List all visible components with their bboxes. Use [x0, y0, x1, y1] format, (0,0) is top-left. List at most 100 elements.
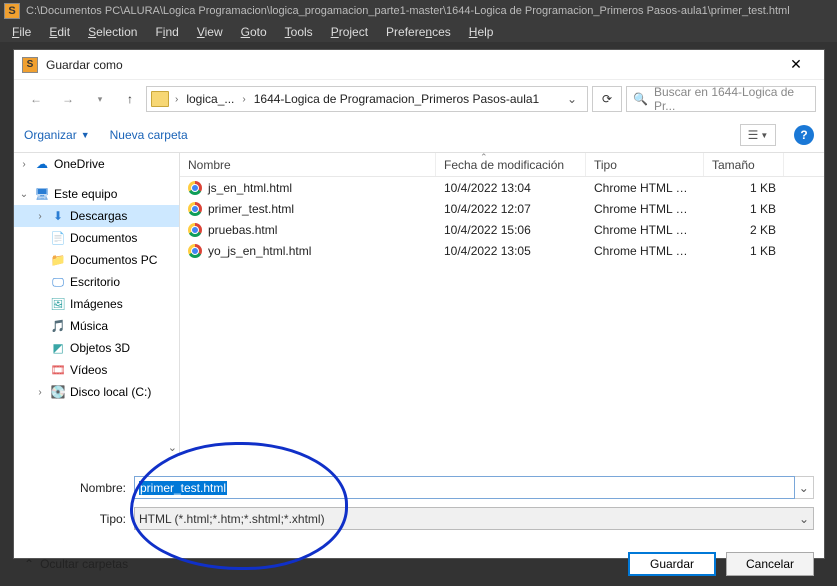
menu-project[interactable]: Project: [323, 23, 376, 41]
file-name: yo_js_en_html.html: [208, 244, 311, 258]
dialog-app-icon: S: [22, 57, 38, 73]
dialog-titlebar: S Guardar como ✕: [14, 50, 824, 80]
menu-selection[interactable]: Selection: [80, 23, 145, 41]
breadcrumb-part2[interactable]: 1644-Logica de Programacion_Primeros Pas…: [252, 92, 542, 106]
dialog-title: Guardar como: [46, 58, 776, 72]
filetype-row: Tipo: HTML (*.html;*.htm;*.shtml;*.xhtml…: [24, 507, 814, 530]
sort-indicator-icon: ⌃: [480, 152, 488, 163]
filetype-select[interactable]: HTML (*.html;*.htm;*.shtml;*.xhtml) ⌄: [134, 507, 814, 530]
new-folder-button[interactable]: Nueva carpeta: [110, 128, 188, 142]
folder-icon: 📁: [50, 253, 66, 267]
nav-recent-dropdown[interactable]: ▾: [86, 87, 114, 111]
downloads-icon: ⬇: [50, 209, 66, 223]
menu-file[interactable]: File: [4, 23, 39, 41]
save-button[interactable]: Guardar: [628, 552, 716, 576]
nav-forward-button[interactable]: →: [54, 87, 82, 111]
tree-videos[interactable]: 🎞 Vídeos: [14, 359, 179, 381]
tree-local-disk[interactable]: › 💽 Disco local (C:): [14, 381, 179, 403]
music-icon: 🎵: [50, 319, 66, 333]
chevron-down-icon: ⌄: [799, 512, 809, 526]
expand-icon[interactable]: ›: [18, 159, 30, 170]
objects-3d-icon: ◩: [50, 341, 66, 355]
file-size: 1 KB: [704, 181, 784, 195]
nav-up-button[interactable]: ↑: [118, 87, 142, 111]
file-size: 2 KB: [704, 223, 784, 237]
menu-preferences[interactable]: Preferences: [378, 23, 459, 41]
filename-dropdown-button[interactable]: ⌄: [795, 476, 814, 499]
save-as-dialog: S Guardar como ✕ ← → ▾ ↑ › logica_... › …: [13, 49, 825, 559]
tree-music[interactable]: 🎵 Música: [14, 315, 179, 337]
tree-desktop[interactable]: 🖵 Escritorio: [14, 271, 179, 293]
tree-onedrive[interactable]: › ☁ OneDrive: [14, 153, 179, 175]
menu-help[interactable]: Help: [461, 23, 502, 41]
view-options-button[interactable]: ☰ ▼: [740, 124, 776, 146]
file-date: 10/4/2022 13:04: [436, 181, 586, 195]
pc-icon: 🖥: [34, 187, 50, 201]
file-list: ⌃ Nombre Fecha de modificación Tipo Tama…: [180, 153, 824, 456]
nav-back-button[interactable]: ←: [22, 87, 50, 111]
app-titlebar: S C:\Documentos PC\ALURA\Logica Programa…: [0, 0, 837, 22]
chrome-icon: [188, 181, 202, 195]
file-date: 10/4/2022 13:05: [436, 244, 586, 258]
menu-edit[interactable]: Edit: [41, 23, 78, 41]
chevron-up-icon: ⌃: [24, 557, 34, 571]
tree-3d-objects[interactable]: ◩ Objetos 3D: [14, 337, 179, 359]
nav-row: ← → ▾ ↑ › logica_... › 1644-Logica de Pr…: [14, 80, 824, 118]
tree-downloads[interactable]: › ⬇ Descargas: [14, 205, 179, 227]
tree-collapse-button[interactable]: ⌄: [168, 441, 177, 454]
refresh-button[interactable]: ⟳: [592, 86, 622, 112]
address-bar[interactable]: › logica_... › 1644-Logica de Programaci…: [146, 86, 588, 112]
file-row[interactable]: yo_js_en_html.html 10/4/2022 13:05Chrome …: [180, 240, 824, 261]
breadcrumb-chevron-icon[interactable]: ›: [242, 94, 245, 105]
chrome-icon: [188, 244, 202, 258]
menu-view[interactable]: View: [189, 23, 231, 41]
expand-icon[interactable]: ›: [34, 387, 46, 398]
breadcrumb-part1[interactable]: logica_...: [184, 92, 236, 106]
tree-documents[interactable]: 📄 Documentos: [14, 227, 179, 249]
organize-button[interactable]: Organizar ▼: [24, 128, 90, 142]
column-type[interactable]: Tipo: [586, 153, 704, 176]
chevron-down-icon: ▼: [81, 130, 90, 140]
file-date: 10/4/2022 12:07: [436, 202, 586, 216]
cloud-icon: ☁: [34, 157, 50, 171]
tree-this-pc[interactable]: ⌄ 🖥 Este equipo: [14, 183, 179, 205]
tree-documents-pc[interactable]: 📁 Documentos PC: [14, 249, 179, 271]
filename-input[interactable]: primer_test.html: [134, 476, 795, 499]
file-row[interactable]: primer_test.html10/4/2022 12:07Chrome HT…: [180, 198, 824, 219]
file-type: Chrome HTML Do...: [586, 223, 704, 237]
chrome-icon: [188, 202, 202, 216]
close-button[interactable]: ✕: [776, 51, 816, 79]
breadcrumb-chevron-icon[interactable]: ›: [175, 94, 178, 105]
collapse-icon[interactable]: ⌄: [18, 189, 30, 200]
tree-pane[interactable]: › ☁ OneDrive ⌄ 🖥 Este equipo › ⬇ Descarg…: [14, 153, 180, 456]
expand-icon[interactable]: ›: [34, 211, 46, 222]
hide-folders-button[interactable]: ⌃ Ocultar carpetas: [24, 557, 128, 571]
cancel-button[interactable]: Cancelar: [726, 552, 814, 576]
search-icon: 🔍: [633, 92, 648, 106]
chrome-icon: [188, 223, 202, 237]
body-split: › ☁ OneDrive ⌄ 🖥 Este equipo › ⬇ Descarg…: [14, 152, 824, 456]
menu-goto[interactable]: Goto: [233, 23, 275, 41]
file-size: 1 KB: [704, 244, 784, 258]
file-type: Chrome HTML Do...: [586, 181, 704, 195]
file-row[interactable]: pruebas.html10/4/2022 15:06Chrome HTML D…: [180, 219, 824, 240]
column-date[interactable]: Fecha de modificación: [436, 153, 586, 176]
videos-icon: 🎞: [50, 363, 66, 377]
menubar: File Edit Selection Find View Goto Tools…: [0, 22, 837, 42]
menu-tools[interactable]: Tools: [277, 23, 321, 41]
tree-images[interactable]: 🖼 Imágenes: [14, 293, 179, 315]
file-row[interactable]: js_en_html.html10/4/2022 13:04Chrome HTM…: [180, 177, 824, 198]
file-name: pruebas.html: [208, 223, 277, 237]
column-size[interactable]: Tamaño: [704, 153, 784, 176]
address-dropdown-button[interactable]: ⌄: [561, 92, 583, 106]
menu-find[interactable]: Find: [147, 23, 186, 41]
folder-icon: [151, 91, 169, 107]
file-size: 1 KB: [704, 202, 784, 216]
file-type: Chrome HTML Do...: [586, 244, 704, 258]
bottom-area: Nombre: primer_test.html ⌄ Tipo: HTML (*…: [14, 456, 824, 530]
search-input[interactable]: 🔍 Buscar en 1644-Logica de Pr...: [626, 86, 816, 112]
desktop-icon: 🖵: [50, 275, 66, 289]
column-name[interactable]: Nombre: [180, 153, 436, 176]
sublime-icon: S: [4, 3, 20, 19]
help-button[interactable]: ?: [794, 125, 814, 145]
